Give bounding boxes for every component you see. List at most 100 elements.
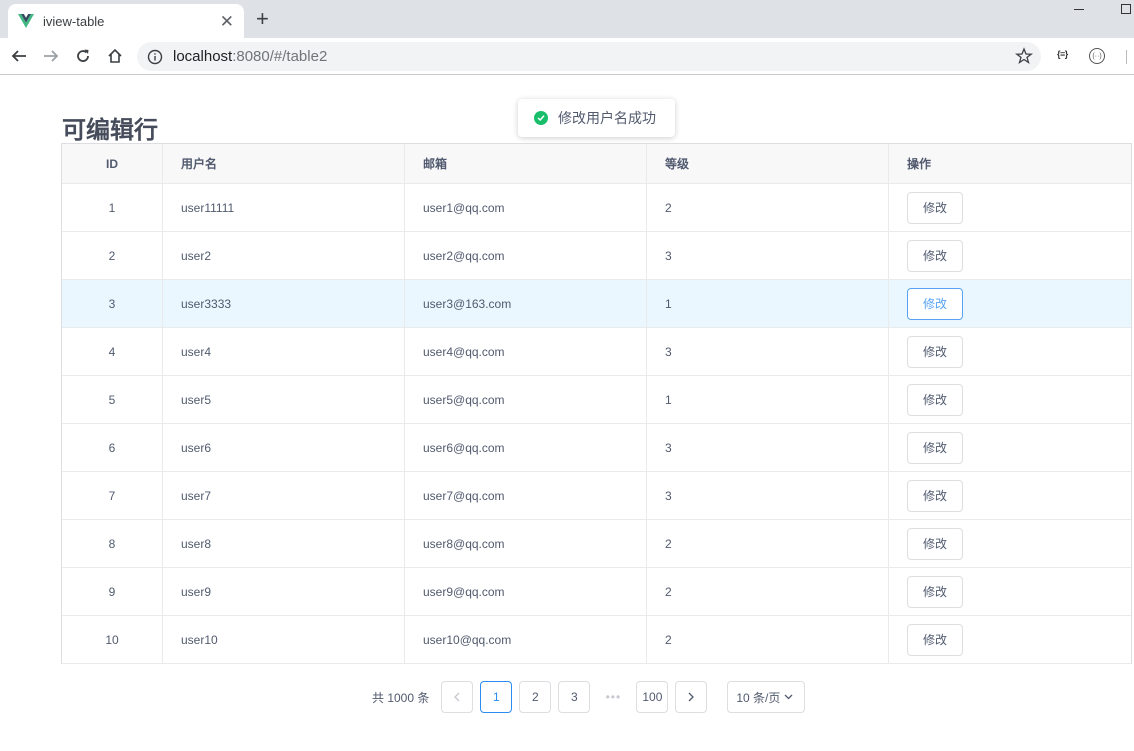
table-row: 8 user8 user8@qq.com 2 修改 — [62, 520, 1131, 568]
cell-id: 8 — [62, 520, 163, 567]
table-row: 4 user4 user4@qq.com 3 修改 — [62, 328, 1131, 376]
page-3-button[interactable]: 3 — [558, 681, 591, 713]
page-1-button[interactable]: 1 — [480, 681, 513, 713]
header-username: 用户名 — [163, 144, 405, 183]
cell-level: 3 — [647, 328, 889, 375]
chevron-down-icon — [784, 694, 793, 700]
cell-level: 3 — [647, 472, 889, 519]
cell-id: 10 — [62, 616, 163, 663]
edit-button[interactable]: 修改 — [907, 527, 963, 560]
next-page-button[interactable] — [675, 681, 708, 713]
bookmark-star-icon[interactable] — [1014, 47, 1034, 70]
table-row: 10 user10 user10@qq.com 2 修改 — [62, 616, 1131, 664]
page-size-select[interactable]: 10 条/页 — [727, 681, 806, 713]
tab-title: iview-table — [43, 13, 105, 29]
toast-message: 修改用户名成功 — [558, 110, 656, 126]
prev-page-button[interactable] — [441, 681, 474, 713]
table-row: 2 user2 user2@qq.com 3 修改 — [62, 232, 1131, 280]
edit-button[interactable]: 修改 — [907, 575, 963, 608]
url-text: localhost:8080/#/table2 — [173, 48, 327, 65]
cell-username: user2 — [163, 232, 405, 279]
toolbar-divider — [1126, 50, 1127, 64]
edit-button[interactable]: 修改 — [907, 623, 963, 656]
cell-actions: 修改 — [889, 424, 1131, 471]
home-icon[interactable] — [105, 46, 125, 66]
cell-level: 2 — [647, 616, 889, 663]
cell-id: 4 — [62, 328, 163, 375]
cell-email: user4@qq.com — [405, 328, 647, 375]
cell-actions: 修改 — [889, 376, 1131, 423]
cell-level: 2 — [647, 568, 889, 615]
table-row: 6 user6 user6@qq.com 3 修改 — [62, 424, 1131, 472]
cell-username: user8 — [163, 520, 405, 567]
cell-id: 1 — [62, 184, 163, 231]
table-row: 5 user5 user5@qq.com 1 修改 — [62, 376, 1131, 424]
cell-username: user4 — [163, 328, 405, 375]
cell-username: user9 — [163, 568, 405, 615]
edit-button[interactable]: 修改 — [907, 287, 963, 320]
cell-actions: 修改 — [889, 184, 1131, 231]
cell-level: 3 — [647, 424, 889, 471]
table-row: 1 user11111 user1@qq.com 2 修改 — [62, 184, 1131, 232]
success-toast: 修改用户名成功 — [518, 99, 675, 137]
cell-actions: 修改 — [889, 616, 1131, 663]
close-icon[interactable]: ✕ — [220, 13, 234, 30]
cell-email: user5@qq.com — [405, 376, 647, 423]
page-title: 可编辑行 — [62, 117, 158, 144]
cell-actions: 修改 — [889, 472, 1131, 519]
table-row: 3 user3333 user3@163.com 1 修改 — [62, 280, 1131, 328]
cell-id: 3 — [62, 280, 163, 327]
url-host: localhost — [173, 48, 233, 65]
edit-button[interactable]: 修改 — [907, 383, 963, 416]
user-table: ID 用户名 邮箱 等级 操作 1 user11111 user1@qq.com 2 修… — [61, 143, 1132, 664]
chevron-left-icon — [454, 692, 460, 702]
cell-id: 6 — [62, 424, 163, 471]
cell-email: user9@qq.com — [405, 568, 647, 615]
address-bar[interactable]: localhost:8080/#/table2 — [137, 42, 1041, 71]
maximize-icon[interactable] — [1121, 4, 1131, 14]
cell-username: user3333 — [163, 280, 405, 327]
cell-email: user8@qq.com — [405, 520, 647, 567]
cell-username: user10 — [163, 616, 405, 663]
page-2-button[interactable]: 2 — [519, 681, 552, 713]
page-last-button[interactable]: 100 — [636, 681, 669, 713]
cell-email: user2@qq.com — [405, 232, 647, 279]
cell-id: 5 — [62, 376, 163, 423]
cell-email: user1@qq.com — [405, 184, 647, 231]
back-icon[interactable] — [9, 46, 29, 66]
browser-tab[interactable]: iview-table ✕ — [8, 4, 244, 38]
edit-button[interactable]: 修改 — [907, 479, 963, 512]
vue-logo-icon — [18, 13, 34, 29]
cell-actions: 修改 — [889, 520, 1131, 567]
cell-level: 2 — [647, 520, 889, 567]
edit-button[interactable]: 修改 — [907, 431, 963, 464]
minimize-icon[interactable] — [1074, 9, 1084, 10]
info-icon[interactable] — [147, 49, 163, 65]
cell-level: 1 — [647, 376, 889, 423]
forward-icon[interactable] — [41, 46, 61, 66]
cell-email: user7@qq.com — [405, 472, 647, 519]
url-path: :8080/#/table2 — [232, 48, 328, 65]
cell-level: 2 — [647, 184, 889, 231]
browser-tab-bar: iview-table ✕ + — [0, 0, 1134, 38]
browser-toolbar: localhost:8080/#/table2 {≡} (··) — [0, 38, 1134, 75]
page-ellipsis[interactable]: ••• — [597, 681, 630, 713]
cell-level: 3 — [647, 232, 889, 279]
cell-username: user5 — [163, 376, 405, 423]
edit-button[interactable]: 修改 — [907, 335, 963, 368]
table-row: 9 user9 user9@qq.com 2 修改 — [62, 568, 1131, 616]
pagination: 共 1000 条 1 2 3 ••• 100 10 条/页 — [372, 681, 806, 713]
cell-id: 7 — [62, 472, 163, 519]
extension-icon[interactable]: {≡} — [1057, 49, 1068, 59]
table-header: ID 用户名 邮箱 等级 操作 — [62, 144, 1131, 184]
header-id: ID — [62, 144, 163, 183]
edit-button[interactable]: 修改 — [907, 239, 963, 272]
header-actions: 操作 — [907, 157, 932, 171]
new-tab-icon[interactable]: + — [256, 8, 269, 30]
extension-icon-2[interactable]: (··) — [1089, 48, 1105, 64]
cell-email: user3@163.com — [405, 280, 647, 327]
check-circle-icon — [534, 111, 548, 125]
edit-button[interactable]: 修改 — [907, 191, 963, 224]
reload-icon[interactable] — [73, 46, 93, 66]
table-row: 7 user7 user7@qq.com 3 修改 — [62, 472, 1131, 520]
